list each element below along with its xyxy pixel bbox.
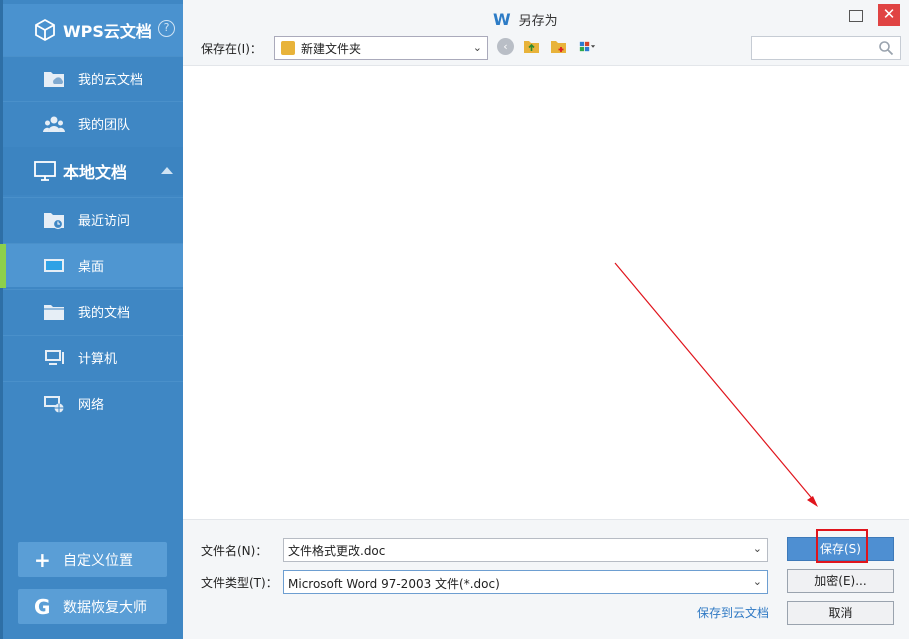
team-icon [43,116,65,132]
custom-location-label: 自定义位置 [63,552,133,569]
data-recovery-label: 数据恢复大师 [63,599,147,616]
chevron-down-icon: ⌄ [752,575,762,588]
dialog-title-text: 另存为 [518,14,558,29]
plus-icon: + [34,547,51,572]
desktop-icon [44,259,64,272]
location-toolbar: 保存在(I)： 新建文件夹 ⌄ ‹ [183,36,909,66]
help-icon[interactable]: ? [158,20,175,37]
sidebar-item-label: 桌面 [78,260,105,275]
file-list-area[interactable] [183,67,909,519]
sidebar-item-label: 网络 [78,398,105,413]
new-folder-icon[interactable] [550,39,567,54]
chevron-down-icon: ⌄ [472,41,482,54]
sidebar-item-my-cloud-docs[interactable]: 我的云文档 [3,56,183,100]
dialog-title: W 另存为 [493,10,558,29]
cloud-docs-header[interactable]: WPS云文档 ? [3,4,183,56]
current-folder-name: 新建文件夹 [301,42,362,56]
cube-icon [35,18,55,42]
sidebar: WPS云文档 ? 我的云文档 我的团队 本地文档 最近访问 桌面 我的文档 计算… [0,0,183,639]
sidebar-item-computer[interactable]: 计算机 [3,335,183,379]
sidebar-item-network[interactable]: 网络 [3,381,183,425]
cloud-folder-icon [44,72,64,87]
cancel-button[interactable]: 取消 [787,601,894,625]
documents-folder-icon [44,305,64,320]
filename-value: 文件格式更改.doc [288,544,386,558]
recovery-icon: G [34,594,51,619]
sidebar-item-label: 我的团队 [78,118,131,133]
sidebar-item-label: 计算机 [78,352,118,367]
back-button[interactable]: ‹ [497,38,514,55]
network-icon [44,396,64,413]
search-input[interactable] [751,36,901,60]
local-docs-header[interactable]: 本地文档 [3,147,183,195]
save-in-label: 保存在(I)： [201,42,262,56]
filetype-value: Microsoft Word 97-2003 文件(*.doc) [288,577,500,591]
data-recovery-button[interactable]: G 数据恢复大师 [18,589,167,624]
local-docs-title: 本地文档 [63,163,128,182]
sidebar-item-recent[interactable]: 最近访问 [3,197,183,241]
up-folder-icon[interactable] [523,39,540,54]
sidebar-item-my-team[interactable]: 我的团队 [3,101,183,145]
filename-input[interactable]: 文件格式更改.doc ⌄ [283,538,768,562]
chevron-up-icon[interactable] [161,167,173,174]
save-form: 文件名(N)： 文件格式更改.doc ⌄ 文件类型(T)： Microsoft … [183,519,909,639]
monitor-icon [34,161,56,181]
cloud-docs-title: WPS云文档 [63,22,152,41]
sidebar-item-label: 最近访问 [78,214,131,229]
filetype-label: 文件类型(T)： [201,576,278,590]
recent-folder-icon [44,213,64,230]
encrypt-button[interactable]: 加密(E)... [787,569,894,593]
save-button-highlight [816,529,868,563]
filetype-dropdown[interactable]: Microsoft Word 97-2003 文件(*.doc) ⌄ [283,570,768,594]
folder-icon [281,41,295,55]
search-icon [879,41,894,56]
chevron-down-icon[interactable]: ⌄ [753,542,762,555]
wps-writer-icon: W [493,10,511,29]
title-bar[interactable]: W 另存为 ✕ [183,0,909,38]
save-as-dialog: W 另存为 ✕ 保存在(I)： 新建文件夹 ⌄ ‹ 文件名(N)： 文件格式更改… [183,0,909,639]
close-button[interactable]: ✕ [878,4,900,26]
sidebar-item-label: 我的云文档 [78,73,144,88]
sidebar-item-my-documents[interactable]: 我的文档 [3,289,183,333]
save-to-cloud-link[interactable]: 保存到云文档 [697,604,769,621]
sidebar-item-desktop[interactable]: 桌面 [0,243,183,288]
save-in-dropdown[interactable]: 新建文件夹 ⌄ [274,36,488,60]
custom-location-button[interactable]: + 自定义位置 [18,542,167,577]
view-menu-icon[interactable] [579,39,596,54]
filename-label: 文件名(N)： [201,544,268,558]
computer-icon [45,350,64,365]
sidebar-item-label: 我的文档 [78,306,131,321]
maximize-icon[interactable] [849,10,863,22]
